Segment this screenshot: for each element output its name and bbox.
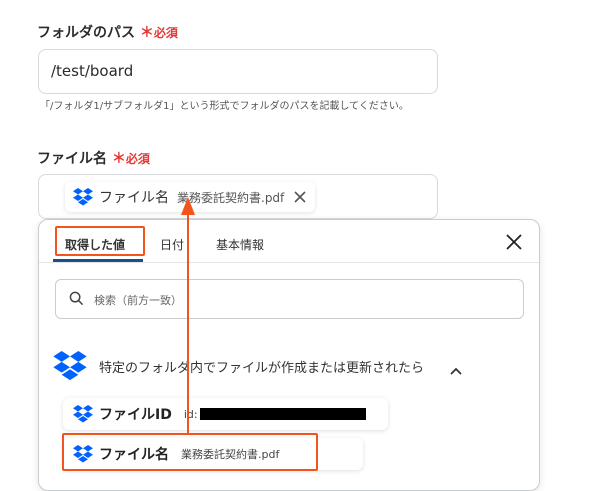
folder-path-value: /test/board <box>51 62 134 80</box>
search-icon <box>69 291 84 310</box>
folder-path-hint: 「/フォルダ1/サブフォルダ1」という形式でフォルダのパスを記載してください。 <box>40 101 409 112</box>
item-highlight-box <box>62 433 318 471</box>
required-star: ＊ <box>139 25 154 41</box>
required-star: ＊ <box>111 151 126 167</box>
search-input[interactable]: 検索（前方一致） <box>55 279 524 319</box>
item-file-id-name: ファイルID <box>99 407 172 423</box>
chevron-up-icon[interactable] <box>450 360 462 379</box>
file-name-label-text: ファイル名 <box>37 151 107 167</box>
file-name-label: ファイル名 ＊必須 <box>37 148 150 168</box>
dropbox-icon <box>73 188 93 206</box>
close-icon[interactable] <box>506 234 522 254</box>
file-name-input[interactable]: ファイル名 業務委託契約書.pdf <box>38 174 438 219</box>
dropbox-icon <box>73 405 93 423</box>
tab-basic-info[interactable]: 基本情報 <box>216 236 264 253</box>
folder-path-input[interactable]: /test/board <box>38 49 438 94</box>
redacted-bar <box>199 408 366 420</box>
item-file-id[interactable]: ファイルID id: <box>63 398 388 430</box>
arrow-up-icon <box>181 197 195 433</box>
search-placeholder: 検索（前方一致） <box>94 294 182 307</box>
folder-path-label-text: フォルダのパス <box>37 25 135 41</box>
required-badge: 必須 <box>153 26 178 40</box>
chip-name: ファイル名 <box>99 190 169 206</box>
close-icon[interactable] <box>294 191 306 203</box>
tab-highlight-box <box>55 226 145 256</box>
tab-divider <box>39 262 539 263</box>
required-badge: 必須 <box>125 152 150 166</box>
trigger-section-title[interactable]: 特定のフォルダ内でファイルが作成または更新されたら <box>99 357 424 376</box>
dropbox-icon <box>53 351 87 385</box>
folder-path-label: フォルダのパス ＊必須 <box>37 22 178 42</box>
